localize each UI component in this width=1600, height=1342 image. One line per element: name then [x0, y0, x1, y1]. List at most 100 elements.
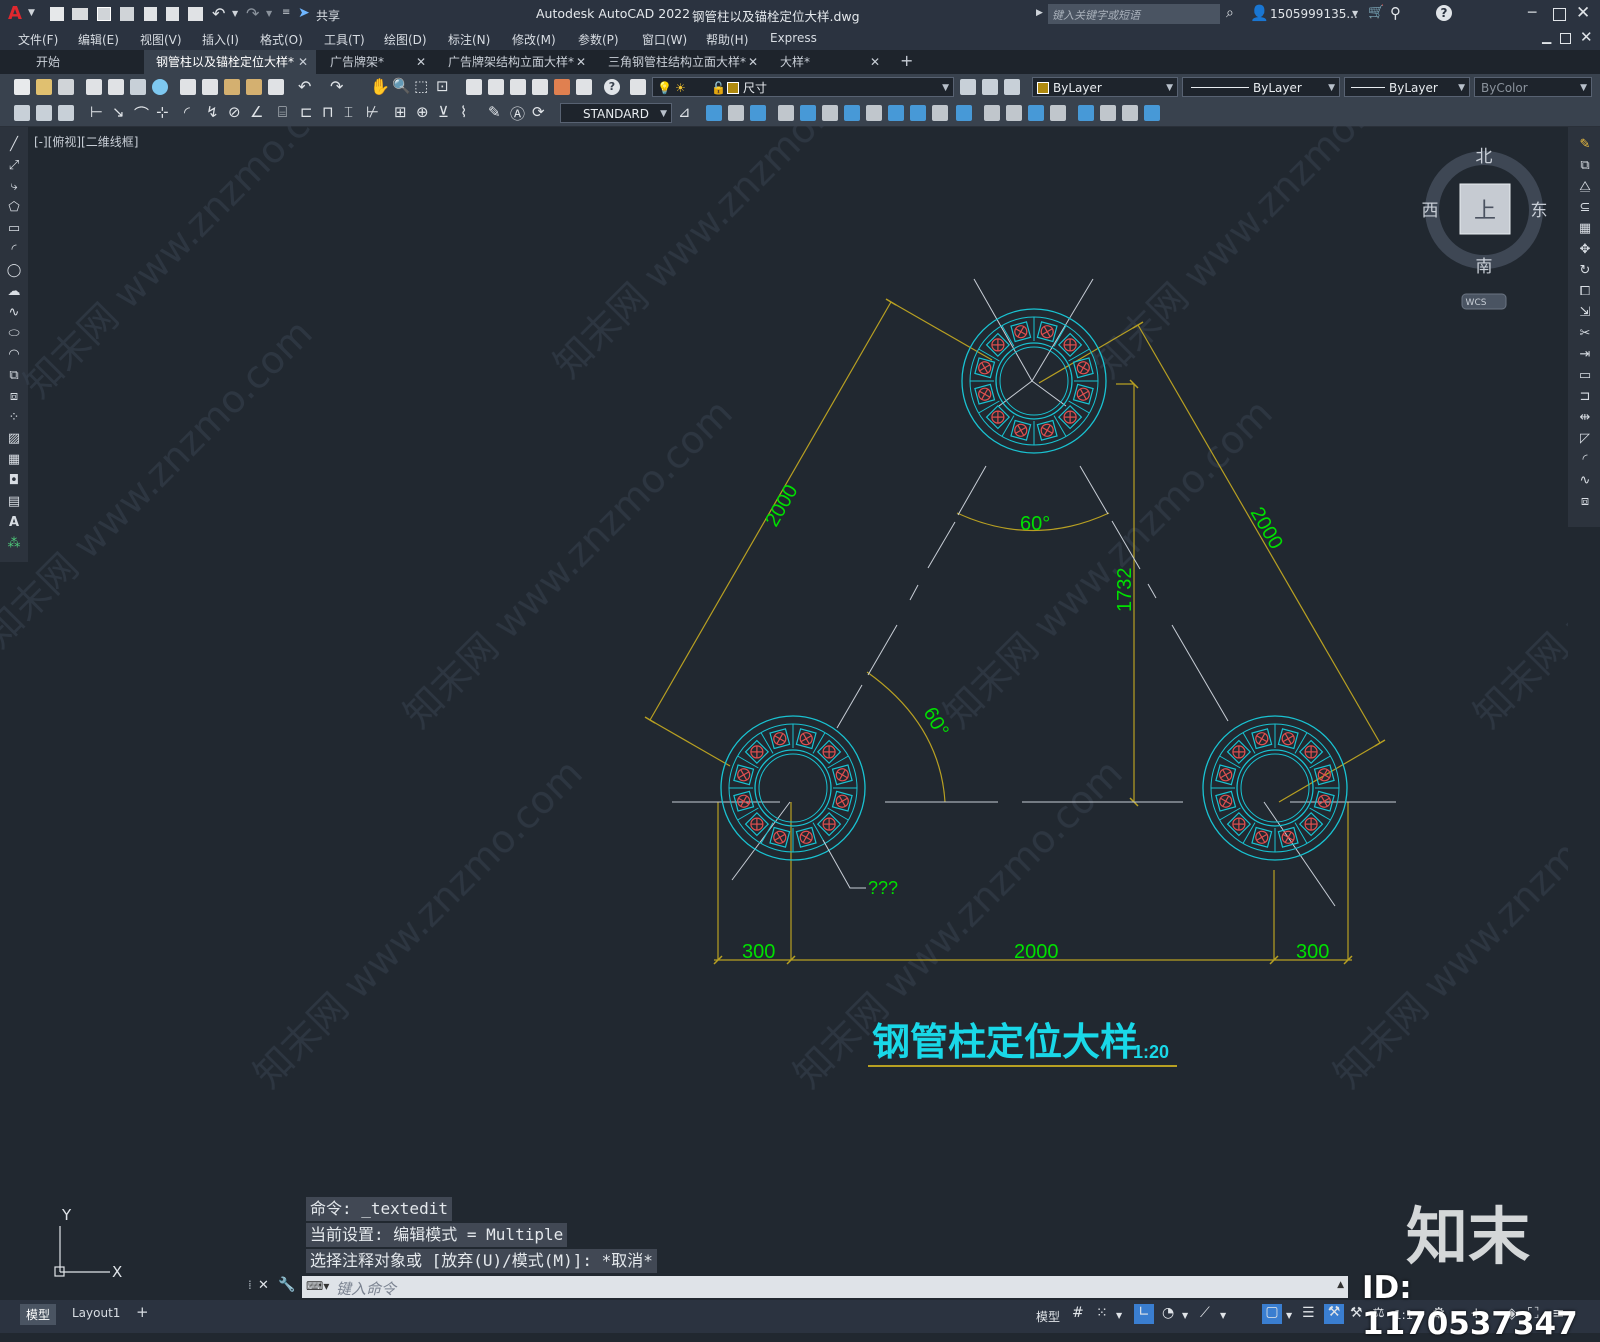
minimize-icon[interactable]: ─	[1528, 5, 1536, 21]
save-tool-icon[interactable]	[58, 79, 74, 95]
search-expand-icon[interactable]: ▶	[1036, 8, 1043, 18]
tool-palettes-icon[interactable]	[510, 79, 526, 95]
autodesk-app-icon[interactable]: ⚲	[1390, 4, 1401, 22]
sheet-set-icon[interactable]	[532, 79, 548, 95]
search-icon[interactable]: ⌕	[1226, 5, 1234, 21]
menu-item[interactable]: 窗口(W)	[642, 31, 687, 48]
user-icon[interactable]: 👤	[1250, 4, 1269, 22]
3d-print-icon[interactable]	[152, 79, 168, 95]
properties-icon[interactable]	[466, 79, 482, 95]
zoom-previous-icon[interactable]: ⊡	[436, 77, 449, 95]
osnap-dropdown-icon[interactable]: ▼	[1286, 1311, 1292, 1320]
paste-special-icon[interactable]	[246, 79, 262, 95]
color-dropdown[interactable]: ByLayer ▼	[1032, 77, 1178, 97]
maximize-icon[interactable]	[1553, 8, 1566, 21]
array-icon[interactable]: ▦	[1577, 221, 1593, 237]
dim-text-edit-icon[interactable]: Ⓐ	[510, 103, 525, 124]
model-space-button[interactable]: 模型	[1036, 1308, 1060, 1325]
snap-dropdown-icon[interactable]: ▼	[1116, 1311, 1122, 1320]
extend-icon[interactable]: ⇥	[1577, 347, 1593, 363]
dim-edit-icon[interactable]: ✎	[488, 103, 501, 121]
user-dropdown-icon[interactable]: ▼	[1352, 9, 1358, 18]
publish-icon[interactable]	[130, 79, 146, 95]
doc-close-icon[interactable]: ✕	[1580, 28, 1593, 46]
pan-icon[interactable]: ✋	[370, 77, 390, 96]
zoom-window-icon[interactable]: ⬚	[414, 77, 428, 95]
dim-diameter-icon[interactable]: ⊘	[228, 103, 241, 121]
break-icon[interactable]: ⊐	[1577, 389, 1593, 405]
linetype-dropdown[interactable]: ByLayer ▼	[1182, 77, 1340, 97]
text-style-dropdown[interactable]: STANDARD ▼	[560, 103, 672, 123]
dim-aligned-icon[interactable]: ↘	[112, 103, 125, 121]
plot-preview-icon[interactable]	[108, 79, 124, 95]
wedge-icon[interactable]	[728, 105, 744, 121]
close-tab-icon[interactable]: ✕	[870, 50, 880, 74]
plot-tool-icon[interactable]	[86, 79, 102, 95]
slice-icon[interactable]	[800, 105, 816, 121]
close-tab-icon[interactable]: ✕	[576, 50, 586, 74]
share-icon[interactable]: ➤	[298, 5, 310, 21]
drawing-canvas[interactable]: 知末网 www.znzmo.com 知末网 www.znzmo.com 知末网 …	[0, 126, 1568, 1300]
mirror-icon[interactable]: ⧋	[1577, 179, 1593, 195]
shell-icon[interactable]	[1006, 105, 1022, 121]
dim-style-icon[interactable]: ⊿	[678, 103, 691, 121]
command-history-toggle-icon[interactable]: ▲	[1337, 1280, 1344, 1290]
viewcube-west[interactable]: 西	[1422, 201, 1439, 221]
zoom-realtime-icon[interactable]: 🔍	[392, 77, 411, 95]
user-name[interactable]: 1505999135...	[1270, 7, 1358, 21]
menu-item[interactable]: 绘图(D)	[384, 31, 427, 48]
undo-icon[interactable]: ↶	[212, 4, 225, 23]
erase-icon[interactable]: ✎	[1577, 137, 1593, 153]
app-menu-chevron-icon[interactable]: ▼	[28, 8, 35, 18]
layer-manager-icon[interactable]	[630, 79, 646, 95]
save-icon[interactable]	[97, 7, 111, 21]
match-prop-icon[interactable]	[268, 79, 284, 95]
dim-arc-icon[interactable]: ⌒	[134, 103, 149, 124]
chamfer-icon[interactable]: ◸	[1577, 431, 1593, 447]
file-tab[interactable]: 广告牌架* ✕	[318, 50, 434, 74]
menu-item[interactable]: 视图(V)	[140, 31, 182, 48]
help-icon[interactable]: ?	[1436, 5, 1452, 21]
menu-item[interactable]: 工具(T)	[324, 31, 365, 48]
dim-update-icon[interactable]: ⟳	[532, 103, 545, 121]
close-tab-icon[interactable]: ✕	[416, 50, 426, 74]
polar-dropdown-icon[interactable]: ▼	[1182, 1311, 1188, 1320]
explode-icon[interactable]: ⧈	[1577, 494, 1593, 510]
break-at-point-icon[interactable]: ▭	[1577, 368, 1593, 384]
calculator-icon[interactable]	[576, 79, 592, 95]
solid-edit-icon[interactable]	[984, 105, 1000, 121]
save-as-icon[interactable]	[120, 7, 134, 21]
annotation-visibility-icon[interactable]: ⚒	[1324, 1304, 1344, 1324]
viewcube-south[interactable]: 南	[1476, 257, 1493, 277]
plotstyle-dropdown-icon[interactable]: ▼	[1580, 78, 1587, 98]
imprint-icon[interactable]	[1028, 105, 1044, 121]
fillet-icon[interactable]: ◜	[1577, 452, 1593, 468]
undo-dropdown-icon[interactable]: ▼	[232, 9, 238, 18]
linetype-dropdown-icon[interactable]: ▼	[1328, 78, 1335, 98]
make-current-icon[interactable]	[960, 79, 976, 95]
menu-item[interactable]: 格式(O)	[260, 31, 303, 48]
file-tab[interactable]: 开始	[0, 50, 142, 74]
polar-icon[interactable]: ◔	[1162, 1305, 1174, 1321]
save-web-icon[interactable]	[166, 7, 179, 21]
dim-radius-icon[interactable]: ◜	[184, 103, 190, 121]
design-center-icon[interactable]	[488, 79, 504, 95]
subtract-icon[interactable]	[910, 105, 926, 121]
section-icon[interactable]	[778, 105, 794, 121]
lineweight-icon[interactable]: ☰	[1302, 1305, 1315, 1321]
menu-item[interactable]: 参数(P)	[578, 31, 619, 48]
menu-item[interactable]: 插入(I)	[202, 31, 239, 48]
offset-face-icon[interactable]	[1144, 105, 1160, 121]
viewcube[interactable]: 上 北 南 东 西 WCS	[1422, 147, 1548, 310]
layer-dropdown[interactable]: 💡 ☀ 🔓 尺寸 ▼	[652, 77, 954, 97]
viewcube-east[interactable]: 东	[1531, 201, 1548, 221]
layer-lock-icon[interactable]: 🔓	[711, 78, 726, 98]
copy-object-icon[interactable]: ⧉	[1577, 158, 1593, 174]
markup-icon[interactable]	[554, 79, 570, 95]
menu-item[interactable]: 修改(M)	[512, 31, 556, 48]
file-tab[interactable]: 大样* ✕	[768, 50, 888, 74]
new-tab-icon[interactable]: +	[900, 51, 913, 70]
dim-baseline-icon[interactable]	[58, 105, 74, 121]
isodraft-dropdown-icon[interactable]: ▼	[1220, 1311, 1226, 1320]
osnap-icon[interactable]: ▢	[1262, 1304, 1282, 1324]
